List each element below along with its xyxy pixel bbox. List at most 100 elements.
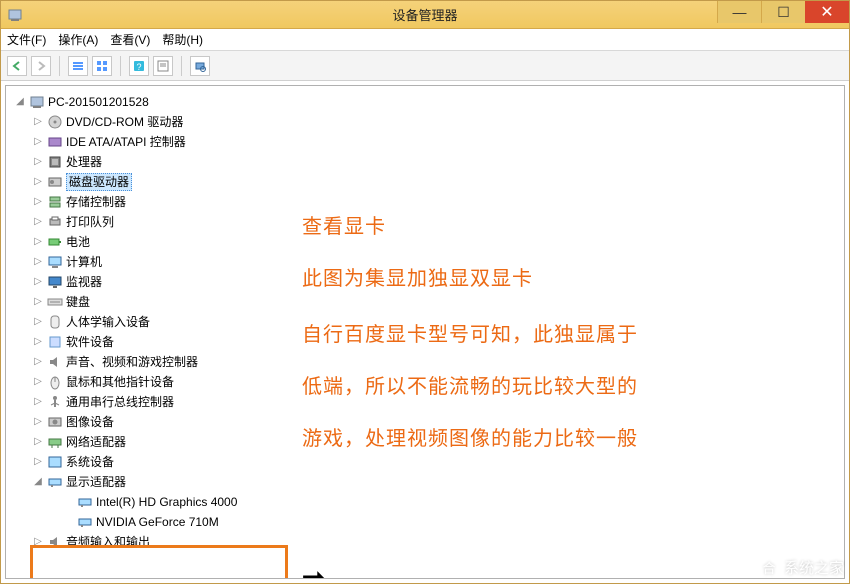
expand-icon[interactable]: ▷ <box>32 252 44 272</box>
expand-icon[interactable]: ▷ <box>32 292 44 312</box>
expand-icon[interactable]: ▷ <box>32 132 44 152</box>
expand-icon[interactable]: ▷ <box>32 212 44 232</box>
expand-icon[interactable]: ▷ <box>32 532 44 552</box>
tree-item-gpu[interactable]: ▷NVIDIA GeForce 710M <box>10 512 840 532</box>
expand-icon[interactable]: ▷ <box>32 352 44 372</box>
expand-icon[interactable]: ▷ <box>32 192 44 212</box>
toolbar: ? <box>1 51 849 81</box>
tree-item-label: 鼠标和其他指针设备 <box>66 372 174 392</box>
tree-item-label: 通用串行总线控制器 <box>66 392 174 412</box>
scan-hardware-button[interactable] <box>190 56 210 76</box>
tree-item-label: 系统设备 <box>66 452 114 472</box>
close-button[interactable]: ✕ <box>805 1 849 23</box>
window-title: 设备管理器 <box>392 5 457 24</box>
tree-item[interactable]: ▷ 处理器 <box>10 152 840 172</box>
tree-item[interactable]: ▷ 电池 <box>10 232 840 252</box>
svg-text:?: ? <box>136 62 141 72</box>
icon-view-button[interactable] <box>92 56 112 76</box>
detail-view-button[interactable] <box>68 56 88 76</box>
tree-item-label: 处理器 <box>66 152 102 172</box>
computer-icon <box>29 94 45 110</box>
ide-icon <box>47 134 63 150</box>
toolbar-separator <box>120 56 121 76</box>
expand-icon[interactable]: ▷ <box>32 332 44 352</box>
expand-icon[interactable]: ▷ <box>32 392 44 412</box>
expand-icon[interactable]: ▷ <box>32 152 44 172</box>
tree-item-display-adapters[interactable]: ◢ 显示适配器 <box>10 472 840 492</box>
properties-button[interactable] <box>153 56 173 76</box>
maximize-button[interactable]: ☐ <box>761 1 805 23</box>
expand-icon[interactable]: ▷ <box>32 412 44 432</box>
tree-item-label: DVD/CD-ROM 驱动器 <box>66 112 183 132</box>
tree-item-label-selected: 磁盘驱动器 <box>66 173 132 191</box>
expand-icon[interactable]: ▷ <box>32 172 44 192</box>
computer-icon <box>47 254 63 270</box>
keyboard-icon <box>47 294 63 310</box>
tree-root[interactable]: ◢ PC-201501201528 <box>10 92 840 112</box>
expand-icon[interactable]: ▷ <box>32 452 44 472</box>
tree-item-label: 图像设备 <box>66 412 114 432</box>
tree-item[interactable]: ▷ 打印队列 <box>10 212 840 232</box>
annotation-line2: 此图为集显加独显双显卡 <box>302 258 533 300</box>
tree-item[interactable]: ▷IDE ATA/ATAPI 控制器 <box>10 132 840 152</box>
annotation-line5: 游戏，处理视频图像的能力比较一般 <box>302 418 638 460</box>
software-icon <box>47 334 63 350</box>
menu-file[interactable]: 文件(F) <box>7 31 46 48</box>
display-adapter-icon <box>47 474 63 490</box>
mouse-icon <box>47 374 63 390</box>
minimize-button[interactable]: — <box>717 1 761 23</box>
expand-icon[interactable]: ▷ <box>32 432 44 452</box>
app-icon <box>7 7 23 23</box>
back-button[interactable] <box>7 56 27 76</box>
tree-item-label: 键盘 <box>66 292 90 312</box>
tree-item-label: 电池 <box>66 232 90 252</box>
gpu-icon <box>77 514 93 530</box>
collapse-icon[interactable]: ◢ <box>14 92 26 112</box>
tree-item[interactable]: ▷ 存储控制器 <box>10 192 840 212</box>
tree-item-label: 计算机 <box>66 252 102 272</box>
hid-icon <box>47 314 63 330</box>
system-icon <box>47 454 63 470</box>
menu-help[interactable]: 帮助(H) <box>162 31 203 48</box>
expand-icon[interactable]: ▷ <box>32 272 44 292</box>
tree-item-label: 人体学输入设备 <box>66 312 150 332</box>
titlebar[interactable]: 设备管理器 — ☐ ✕ <box>1 1 849 29</box>
expand-icon[interactable]: ▷ <box>32 112 44 132</box>
tree-item-gpu[interactable]: ▷Intel(R) HD Graphics 4000 <box>10 492 840 512</box>
tree-item-label: 显示适配器 <box>66 472 126 492</box>
usb-icon <box>47 394 63 410</box>
window-controls: — ☐ ✕ <box>717 1 849 23</box>
tree-item-label: 存储控制器 <box>66 192 126 212</box>
tree-item-label: 网络适配器 <box>66 432 126 452</box>
forward-button[interactable] <box>31 56 51 76</box>
tree-item-label: NVIDIA GeForce 710M <box>96 512 219 532</box>
tree-item-label: 音频输入和输出 <box>66 532 150 552</box>
collapse-icon[interactable]: ◢ <box>32 472 44 492</box>
tree-root-label: PC-201501201528 <box>48 92 149 112</box>
battery-icon <box>47 234 63 250</box>
annotation-line3: 自行百度显卡型号可知，此独显属于 <box>302 314 638 356</box>
network-icon <box>47 434 63 450</box>
tree-item-label: 声音、视频和游戏控制器 <box>66 352 198 372</box>
tree-item-audio[interactable]: ▷ 音频输入和输出 <box>10 532 840 552</box>
help-button[interactable]: ? <box>129 56 149 76</box>
watermark-text: 系统之家 <box>784 557 844 578</box>
watermark: 合 系统之家 <box>758 556 844 578</box>
toolbar-separator <box>59 56 60 76</box>
tree-item-label: 打印队列 <box>66 212 114 232</box>
disc-icon <box>47 114 63 130</box>
tree-item-label: 监视器 <box>66 272 102 292</box>
menu-view[interactable]: 查看(V) <box>110 31 150 48</box>
image-icon <box>47 414 63 430</box>
expand-icon[interactable]: ▷ <box>32 232 44 252</box>
expand-icon[interactable]: ▷ <box>32 312 44 332</box>
expand-icon[interactable]: ▷ <box>32 372 44 392</box>
gpu-icon <box>77 494 93 510</box>
disk-icon <box>47 174 63 190</box>
cpu-icon <box>47 154 63 170</box>
tree-item[interactable]: ▷ 磁盘驱动器 <box>10 172 840 192</box>
menu-action[interactable]: 操作(A) <box>58 31 98 48</box>
annotation-arrow-icon: ➡ <box>302 562 325 579</box>
tree-item[interactable]: ▷ DVD/CD-ROM 驱动器 <box>10 112 840 132</box>
storage-icon <box>47 194 63 210</box>
